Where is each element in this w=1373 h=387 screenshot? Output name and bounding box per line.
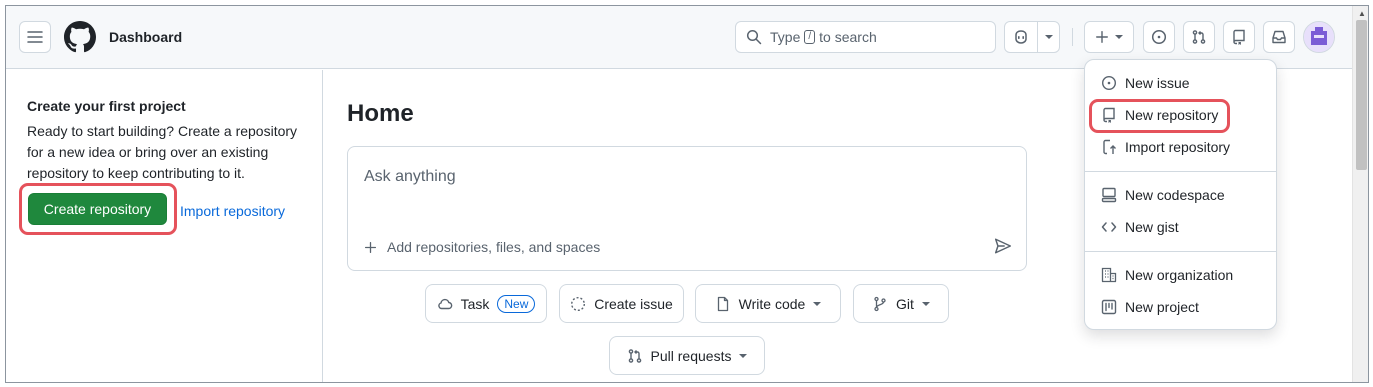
scroll-up-arrow-icon[interactable]: ▲ [1358,9,1366,18]
search-shortcut-key: / [804,30,816,44]
menu-item-label: New codespace [1125,187,1225,203]
menu-item-label: New gist [1125,219,1179,235]
cloud-icon [437,298,452,309]
git-branch-icon [874,296,886,311]
scrollbar-thumb[interactable] [1356,20,1367,170]
write-code-label: Write code [738,295,806,312]
caret-down-icon [1115,35,1123,39]
create-repository-button[interactable]: Create repository [28,193,167,225]
git-pull-request-icon [1192,30,1206,44]
page-title: Home [347,100,414,127]
caret-down-icon [813,301,822,306]
repo-push-icon [1103,139,1116,155]
github-logo-icon[interactable] [64,21,96,53]
add-context-button[interactable]: Add repositories, files, and spaces [364,239,600,255]
write-code-action-button[interactable]: Write code [695,284,841,323]
task-label: Task [460,295,490,312]
repositories-button[interactable] [1223,21,1255,53]
menu-item-label: New organization [1125,267,1234,283]
create-issue-action-button[interactable]: Create issue [559,284,684,323]
menu-item-label: Import repository [1125,139,1231,155]
inbox-icon [1272,30,1286,44]
page-context-title[interactable]: Dashboard [109,29,182,45]
highlight-ring [1089,99,1230,133]
header-divider [1072,28,1073,46]
copilot-button-group [1004,21,1060,53]
create-new-button[interactable] [1084,21,1134,53]
paper-airplane-icon [994,238,1012,254]
organization-icon [1101,267,1117,283]
sidebar-heading: Create your first project [27,98,186,114]
inbox-button[interactable] [1263,21,1295,53]
file-icon [717,296,728,311]
task-action-button[interactable]: Task New [425,284,547,323]
vertical-scrollbar[interactable]: ▲ [1352,6,1368,382]
pull-requests-label: Pull requests [650,347,732,364]
user-avatar[interactable] [1303,21,1335,53]
issue-opened-icon [1101,75,1117,91]
new-badge: New [497,294,536,313]
pull-requests-button[interactable] [1183,21,1215,53]
menu-item-new-codespace[interactable]: New codespace [1101,187,1225,203]
issues-button[interactable] [1143,21,1175,53]
menu-divider [1085,171,1276,172]
identicon-avatar-icon [1304,22,1334,52]
codespaces-icon [1101,187,1117,203]
menu-item-new-organization[interactable]: New organization [1101,267,1233,283]
menu-button[interactable] [19,21,51,53]
pull-requests-action-button[interactable]: Pull requests [609,336,765,375]
issue-opened-icon [1151,29,1167,45]
copilot-icon [1015,30,1027,44]
project-icon [1101,299,1117,315]
sidebar-description: Ready to start building? Create a reposi… [27,123,298,181]
plus-icon [1096,31,1108,43]
search-prefix: Type [770,29,801,45]
copilot-dropdown-button[interactable] [1037,22,1059,52]
dashboard-sidebar: Create your first project Ready to start… [6,70,323,382]
browser-viewport: Dashboard Type / to search Create your f… [5,5,1369,383]
caret-down-icon [739,353,748,358]
import-repository-link[interactable]: Import repository [180,203,285,219]
git-label: Git [896,295,914,312]
repo-icon [1233,29,1245,45]
search-input[interactable]: Type / to search [735,21,996,53]
caret-down-icon [1044,35,1053,39]
menu-item-import-repository[interactable]: Import repository [1101,139,1230,155]
ask-copilot-box[interactable]: Ask anything Add repositories, files, an… [347,146,1027,271]
add-context-label: Add repositories, files, and spaces [387,239,601,255]
git-action-button[interactable]: Git [853,284,949,323]
menu-item-label: New issue [1125,75,1190,91]
menu-item-new-gist[interactable]: New gist [1101,219,1179,235]
search-icon [746,29,762,45]
menu-item-label: New project [1125,299,1199,315]
plus-icon [364,241,377,253]
menu-item-new-project[interactable]: New project [1101,299,1199,315]
menu-item-new-issue[interactable]: New issue [1101,75,1190,91]
send-button[interactable] [994,237,1012,255]
issue-draft-icon [571,296,586,311]
caret-down-icon [921,301,930,306]
git-pull-request-icon [628,348,641,363]
search-suffix: to search [819,29,877,45]
code-icon [1101,222,1117,232]
menu-divider [1085,251,1276,252]
hamburger-icon [27,31,43,43]
create-issue-label: Create issue [594,295,673,312]
copilot-button[interactable] [1005,29,1037,45]
ask-input-placeholder[interactable]: Ask anything [364,168,456,186]
